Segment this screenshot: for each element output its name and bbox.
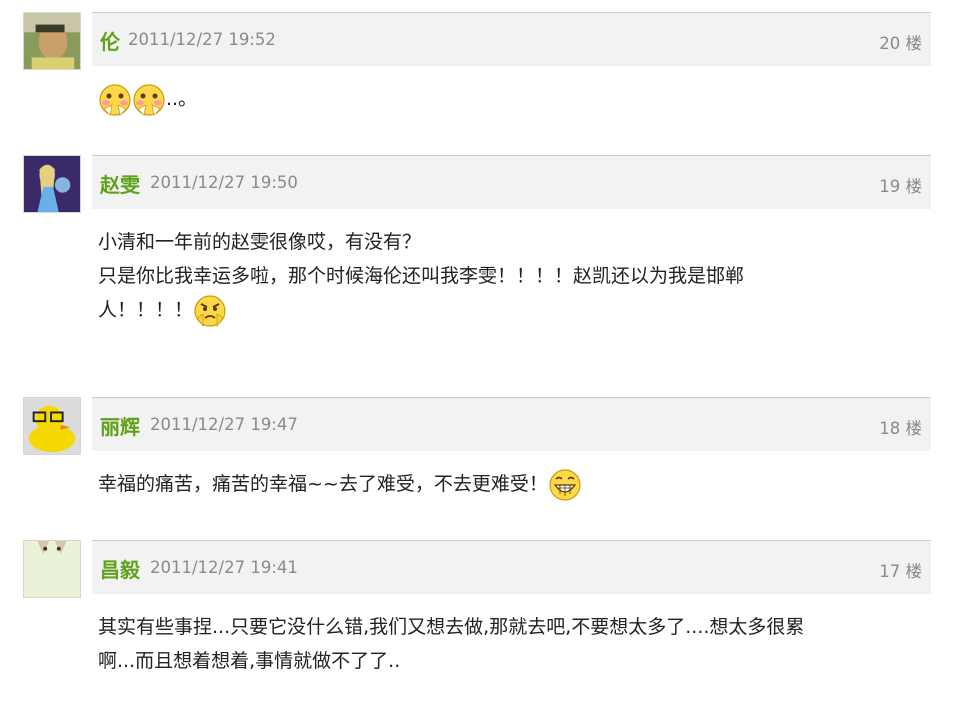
post-header: 伦 2011/12/27 19:52 20 楼 [92,12,931,66]
floor-number: 20 楼 [879,34,922,53]
floor-number: 18 楼 [879,419,922,438]
post-text-line: 人！！！！ [98,299,194,321]
user-avatar[interactable] [23,540,81,598]
floor-number: 19 楼 [879,177,922,196]
post-timestamp: 2011/12/27 19:41 [150,558,298,577]
username-link[interactable]: 伦 [100,26,120,55]
post-timestamp: 2011/12/27 19:50 [150,173,298,192]
post-text-line: 幸福的痛苦，痛苦的幸福~~去了难受，不去更难受！ [98,473,548,495]
post-timestamp: 2011/12/27 19:47 [150,415,298,434]
post-timestamp: 2011/12/27 19:52 [128,30,276,49]
post-content: ..。 [98,82,908,117]
post-header: 赵雯 2011/12/27 19:50 19 楼 [92,155,931,209]
user-avatar[interactable] [23,12,81,70]
grin-emoticon [549,468,581,501]
clap-blush-emoticon [99,83,131,116]
post-text-line: 小清和一年前的赵雯很像哎，有没有？ [98,231,422,253]
user-avatar[interactable] [23,397,81,455]
post-text-line: 啊...而且想着想着,事情就做不了了.. [98,650,401,672]
post-header: 丽辉 2011/12/27 19:47 18 楼 [92,397,931,451]
post-content: 小清和一年前的赵雯很像哎，有没有？ 只是你比我幸运多啦，那个时候海伦还叫我李雯！… [98,225,908,328]
username-link[interactable]: 赵雯 [100,169,140,198]
post-text-line: 其实有些事捏...只要它没什么错,我们又想去做,那就去吧,不要想太多了....想… [98,616,805,638]
username-link[interactable]: 丽辉 [100,411,140,440]
clap-blush-emoticon [133,83,165,116]
post-content: 幸福的痛苦，痛苦的幸福~~去了难受，不去更难受！ [98,467,908,502]
username-link[interactable]: 昌毅 [100,554,140,583]
angry-emoticon [194,294,226,327]
post-header: 昌毅 2011/12/27 19:41 17 楼 [92,540,931,594]
floor-number: 17 楼 [879,562,922,581]
post-text-line: ..。 [166,88,198,110]
post-content: 其实有些事捏...只要它没什么错,我们又想去做,那就去吧,不要想太多了....想… [98,610,908,678]
post-text-line: 只是你比我幸运多啦，那个时候海伦还叫我李雯！！！！赵凯还以为我是邯郸 [98,265,745,287]
user-avatar[interactable] [23,155,81,213]
